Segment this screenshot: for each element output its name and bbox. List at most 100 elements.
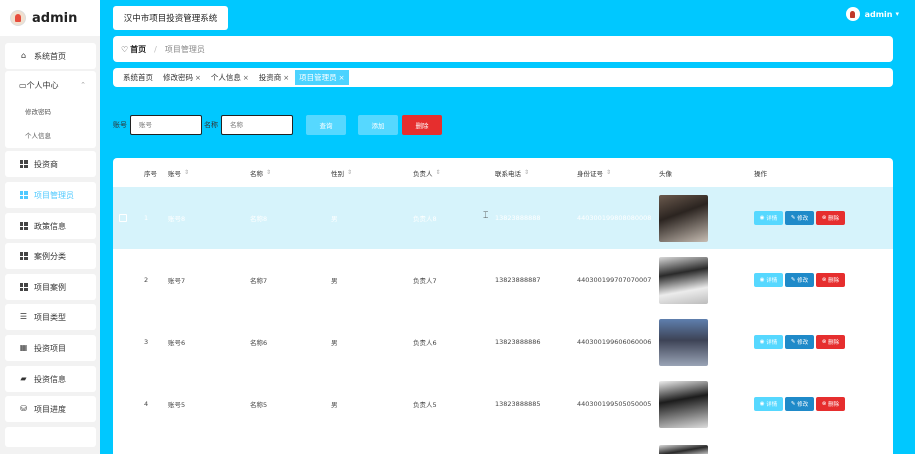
search-bar: 账号 名称 查询 添加 删除: [113, 115, 442, 135]
sidebar-subitem-personal-info[interactable]: 个人信息: [5, 123, 96, 147]
sidebar-item-policy[interactable]: 政策信息: [5, 213, 96, 239]
cell-name: 名称8: [250, 215, 268, 223]
cell-index: 4: [144, 400, 149, 408]
view-button[interactable]: ◉ 详情: [754, 211, 783, 225]
sort-icon: ⇕: [435, 169, 441, 176]
header-id-no[interactable]: 身份证号 ⇕: [577, 158, 611, 187]
delete-button[interactable]: ⊗ 删除: [816, 335, 845, 349]
tag-home[interactable]: 系统首页: [119, 70, 157, 85]
logo-avatar-icon: [10, 10, 26, 26]
sidebar-item-home[interactable]: ⌂ 系统首页: [5, 43, 96, 69]
account-input[interactable]: [130, 115, 202, 135]
tag-label: 个人信息: [210, 73, 241, 82]
header-gender[interactable]: 性别 ⇕: [331, 158, 352, 187]
tag-label: 系统首页: [123, 73, 153, 82]
tag-change-password[interactable]: 修改密码 ×: [159, 70, 205, 85]
edit-button[interactable]: ✎ 修改: [785, 397, 814, 411]
sidebar-item-label: 项目类型: [34, 312, 66, 322]
query-button[interactable]: 查询: [306, 115, 346, 135]
sidebar-subitem-change-password[interactable]: 修改密码: [5, 99, 96, 123]
avatar-image: [659, 445, 708, 454]
cell-gender: 男: [331, 339, 338, 347]
cell-id-no: 440300199808080008: [577, 214, 652, 222]
user-center-icon: ▭: [19, 80, 27, 90]
sidebar-item-label: 项目管理员: [34, 190, 74, 200]
sidebar-item-project-case[interactable]: 项目案例: [5, 274, 96, 300]
avatar-image: [659, 380, 708, 428]
delete-button[interactable]: ⊗ 删除: [816, 397, 845, 411]
table-row[interactable]: 2 账号7 名称7 男 负责人7 13823888887 44030019970…: [113, 249, 893, 311]
edit-button[interactable]: ✎ 修改: [785, 273, 814, 287]
cell-index: 1: [144, 214, 149, 222]
avatar: [845, 7, 860, 21]
close-icon[interactable]: ×: [243, 74, 249, 82]
app-name: admin: [32, 10, 78, 26]
chevron-up-icon[interactable]: ⌃: [80, 81, 86, 89]
breadcrumb-current: 项目管理员: [164, 44, 205, 54]
sidebar-item-label: 项目进度: [34, 404, 66, 414]
name-input[interactable]: [221, 115, 293, 135]
breadcrumb-home[interactable]: 首页: [130, 44, 146, 55]
cell-account: 账号7: [168, 277, 186, 285]
table-row[interactable]: 1 账号8 名称8 男 负责人8 13823888888 44030019980…: [113, 187, 893, 249]
batch-delete-button[interactable]: 删除: [402, 115, 442, 135]
view-button[interactable]: ◉ 详情: [754, 273, 783, 287]
header-avatar: 头像: [659, 169, 672, 178]
delete-button[interactable]: ⊗ 删除: [816, 273, 845, 287]
user-menu[interactable]: admin ▾: [845, 7, 899, 21]
cell-gender: 男: [331, 277, 338, 285]
header-name[interactable]: 名称 ⇕: [250, 158, 271, 187]
tag-investor[interactable]: 投资商 ×: [255, 70, 293, 85]
cell-index: 3: [144, 338, 149, 346]
header-phone[interactable]: 联系电话 ⇕: [495, 158, 529, 187]
database-icon: ⛁: [20, 404, 27, 413]
sidebar-item-project-progress[interactable]: ⛁ 项目进度: [5, 396, 96, 422]
sidebar-item-invest-project[interactable]: ▦ 投资项目: [5, 335, 96, 361]
edit-button[interactable]: ✎ 修改: [785, 335, 814, 349]
view-button[interactable]: ◉ 详情: [754, 335, 783, 349]
sidebar-item-label: 个人中心: [26, 80, 59, 90]
cell-manager: 负责人8: [413, 215, 437, 223]
avatar-image: [659, 194, 708, 242]
cell-avatar: [659, 249, 708, 311]
tag-project-admin[interactable]: 项目管理员 ×: [295, 70, 349, 85]
table-row[interactable]: [113, 435, 893, 454]
sidebar-item-label: 系统首页: [34, 51, 66, 61]
close-icon[interactable]: ×: [195, 74, 201, 82]
table-row[interactable]: 3 账号6 名称6 男 负责人6 13823888886 44030019960…: [113, 311, 893, 373]
sidebar-item-project-admin[interactable]: 项目管理员: [5, 182, 96, 208]
sidebar-item-label: 投资商: [34, 159, 58, 169]
mouse-cursor-icon: ⌶: [483, 211, 489, 221]
cell-phone: 13823888887: [495, 276, 541, 284]
sidebar-item-invest-info[interactable]: ▰ 投资信息: [5, 366, 96, 392]
edit-button[interactable]: ✎ 修改: [785, 211, 814, 225]
close-icon[interactable]: ×: [339, 74, 345, 82]
header-account[interactable]: 账号 ⇕: [168, 158, 189, 187]
table-row[interactable]: 4 账号5 名称5 男 负责人5 13823888885 44030019950…: [113, 373, 893, 435]
add-button[interactable]: 添加: [358, 115, 398, 135]
cell-gender: 男: [331, 401, 338, 409]
close-icon[interactable]: ×: [283, 74, 289, 82]
sidebar-item-more[interactable]: [5, 427, 96, 447]
cell-index: 2: [144, 276, 149, 284]
cell-id-no: 440300199505050005: [577, 400, 652, 408]
logo: admin: [0, 0, 100, 36]
view-button[interactable]: ◉ 详情: [754, 397, 783, 411]
sidebar-item-label: 投资信息: [34, 374, 66, 384]
table-header: 序号 账号 ⇕ 名称 ⇕ 性别 ⇕ 负责人 ⇕ 联系电话 ⇕ 身份证号 ⇕ 头像 操作: [113, 158, 893, 187]
cell-avatar: [659, 187, 708, 249]
cell-actions: ◉ 详情 ✎ 修改 ⊗ 删除: [754, 373, 845, 435]
cell-account: 账号6: [168, 339, 186, 347]
breadcrumb-separator: /: [154, 44, 157, 54]
avatar-image: [659, 256, 708, 304]
sidebar-item-project-type[interactable]: ☰ 项目类型: [5, 304, 96, 330]
cell-phone: 13823888885: [495, 400, 541, 408]
tag-personal-info[interactable]: 个人信息 ×: [207, 70, 253, 85]
delete-button[interactable]: ⊗ 删除: [816, 211, 845, 225]
cell-id-no: 440300199707070007: [577, 276, 652, 284]
header-manager[interactable]: 负责人 ⇕: [413, 158, 441, 187]
sidebar-item-case-category[interactable]: 案例分类: [5, 243, 96, 269]
sidebar-item-investor[interactable]: 投资商: [5, 151, 96, 177]
grid-icon: [19, 252, 28, 261]
row-checkbox[interactable]: [119, 187, 127, 249]
